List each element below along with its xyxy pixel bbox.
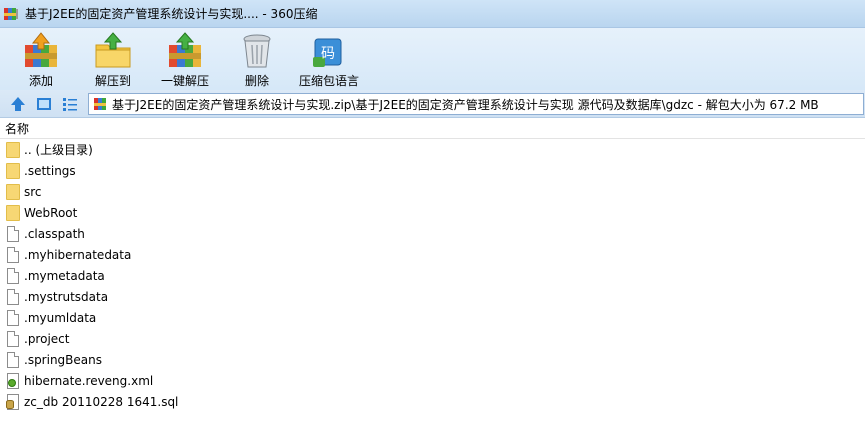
file-name: hibernate.reveng.xml: [24, 373, 154, 388]
list-item[interactable]: src: [0, 181, 865, 202]
list-item[interactable]: .mymetadata: [0, 265, 865, 286]
file-name: WebRoot: [24, 205, 78, 220]
file-name: .settings: [24, 163, 76, 178]
list-item[interactable]: .classpath: [0, 223, 865, 244]
list-item[interactable]: WebRoot: [0, 202, 865, 223]
address-field[interactable]: 基于J2EE的固定资产管理系统设计与实现.zip\基于J2EE的固定资产管理系统…: [88, 93, 864, 115]
delete-button[interactable]: 删除: [221, 28, 293, 90]
folder-icon: [6, 204, 20, 221]
extract-to-button[interactable]: 解压到: [77, 28, 149, 90]
document-icon: [6, 225, 20, 242]
address-path: 基于J2EE的固定资产管理系统设计与实现.zip\基于J2EE的固定资产管理系统…: [112, 97, 819, 112]
extract-to-icon: [93, 31, 133, 71]
file-name: .. (上级目录): [24, 143, 93, 157]
folder-icon: [6, 183, 20, 200]
document-icon: [6, 288, 20, 305]
up-level-button[interactable]: [9, 95, 27, 113]
file-name: zc_db 20110228 1641.sql: [24, 394, 179, 409]
folder-icon: [6, 141, 20, 158]
view-thumbnail-icon: [37, 98, 51, 110]
view-list-icon: [63, 98, 77, 111]
svg-text:码: 码: [321, 46, 335, 62]
one-click-extract-icon: [165, 31, 205, 71]
file-name: .classpath: [24, 226, 85, 241]
file-list: .. (上级目录) .settings src WebRoot .classpa…: [0, 139, 865, 412]
column-name-label: 名称: [5, 122, 30, 136]
document-icon: [6, 330, 20, 347]
column-header-name[interactable]: 名称: [0, 119, 865, 139]
archive-language-button[interactable]: 码 压缩包语言: [293, 28, 365, 90]
document-icon: [6, 351, 20, 368]
add-button-label: 添加: [28, 74, 53, 88]
file-name: .project: [24, 331, 70, 346]
document-icon: [6, 246, 20, 263]
file-name: .myumldata: [24, 310, 97, 325]
document-icon: [6, 267, 20, 284]
sql-file-icon: [6, 393, 20, 410]
list-item-parent-dir[interactable]: .. (上级目录): [0, 139, 865, 160]
file-name: .myhibernatedata: [24, 247, 132, 262]
delete-trash-icon: [237, 31, 277, 71]
add-button[interactable]: 添加: [5, 28, 77, 90]
address-bar: 基于J2EE的固定资产管理系统设计与实现.zip\基于J2EE的固定资产管理系统…: [0, 90, 865, 118]
list-item[interactable]: .myhibernatedata: [0, 244, 865, 265]
file-name: .mymetadata: [24, 268, 105, 283]
arrow-up-icon: [11, 97, 25, 111]
list-item[interactable]: .myumldata: [0, 307, 865, 328]
title-bar: 基于J2EE的固定资产管理系统设计与实现.... - 360压缩: [0, 0, 865, 28]
list-item[interactable]: .mystrutsdata: [0, 286, 865, 307]
one-click-extract-label: 一键解压: [160, 74, 209, 88]
folder-icon: [6, 162, 20, 179]
xml-file-icon: [6, 372, 20, 389]
delete-label: 删除: [244, 74, 269, 88]
view-thumbnail-button[interactable]: [35, 95, 53, 113]
app-archive-icon: [3, 6, 19, 22]
file-name: src: [24, 184, 42, 199]
main-toolbar: 添加 解压到 一键解压 删除 码 压缩包语言: [0, 28, 865, 90]
view-list-button[interactable]: [61, 95, 79, 113]
list-item[interactable]: .project: [0, 328, 865, 349]
list-item[interactable]: .springBeans: [0, 349, 865, 370]
add-archive-icon: [21, 31, 61, 71]
archive-language-icon: 码: [309, 31, 349, 71]
archive-language-label: 压缩包语言: [298, 74, 359, 88]
window-title: 基于J2EE的固定资产管理系统设计与实现.... - 360压缩: [25, 7, 318, 21]
extract-to-label: 解压到: [94, 74, 131, 88]
list-item[interactable]: hibernate.reveng.xml: [0, 370, 865, 391]
list-item[interactable]: .settings: [0, 160, 865, 181]
file-name: .springBeans: [24, 352, 102, 367]
file-name: .mystrutsdata: [24, 289, 109, 304]
one-click-extract-button[interactable]: 一键解压: [149, 28, 221, 90]
list-item[interactable]: zc_db 20110228 1641.sql: [0, 391, 865, 412]
zip-archive-icon: [94, 98, 106, 110]
document-icon: [6, 309, 20, 326]
